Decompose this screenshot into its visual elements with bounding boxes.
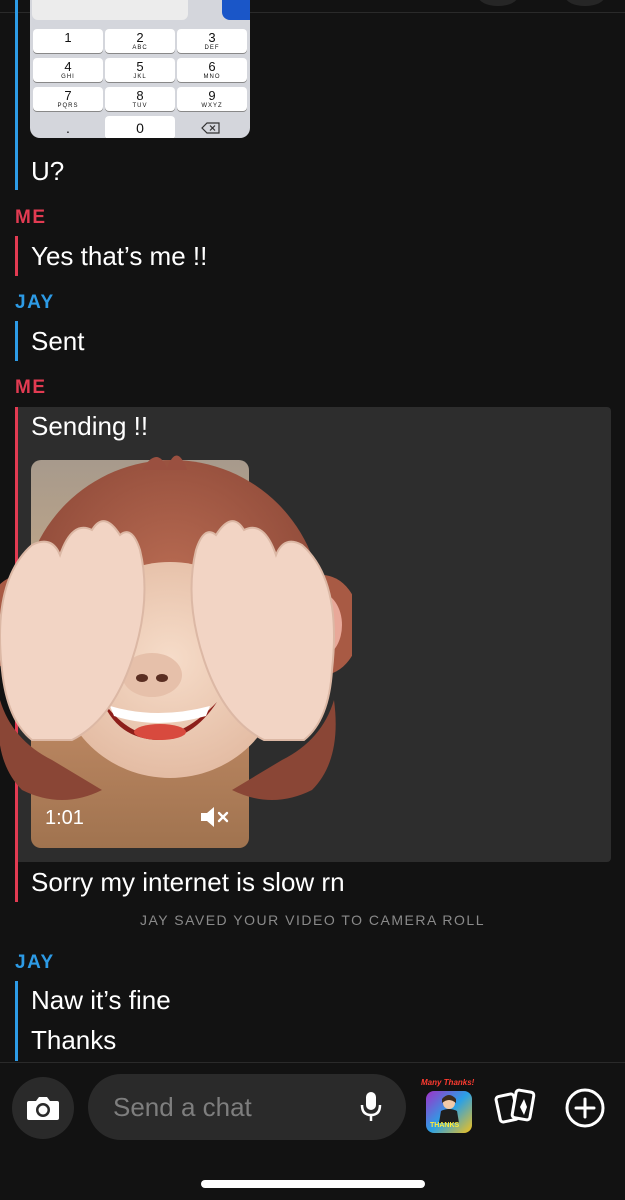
message-text: Thanks [31,1025,117,1055]
keypad-key: 9 WXYZ [177,87,247,111]
camera-button[interactable] [12,1077,74,1139]
keypad-field [32,0,188,20]
bitmoji-caption: Many Thanks! [421,1078,475,1087]
microphone-icon[interactable] [358,1090,384,1124]
keypad-key: 1 [33,29,103,53]
jay-message-line [15,981,18,1061]
keypad-key: 2 ABC [105,29,175,53]
message-text: Sending !! [31,411,149,441]
cards-icon[interactable] [494,1085,538,1129]
bitmoji-badge-text: THANKS [430,1122,460,1129]
keypad-dot-key: . [66,120,70,136]
chat-composer: Send a chat Many Thanks! THANKS [0,1062,625,1200]
message-text: Yes that’s me !! [31,241,208,271]
see-no-evil-monkey-sticker [0,455,352,800]
header-button[interactable] [478,0,518,6]
me-message-line [15,236,18,276]
keypad-key: 4 GHI [33,58,103,82]
keypad-key: 3 DEF [177,29,247,53]
keypad-screenshot[interactable]: 1 2 ABC 3 DEF 4 GHI 5 JKL 6 MNO 7 PQRS 8 TUV 9W… [30,0,250,138]
chat-input-placeholder: Send a chat [113,1092,252,1122]
plus-icon[interactable] [564,1087,606,1129]
home-indicator[interactable] [201,1180,425,1188]
message-text: Sorry my internet is slow rn [31,867,345,897]
header-button[interactable] [565,0,605,6]
keypad-key: 7 PQRS [33,87,103,111]
backspace-icon [177,116,247,138]
sender-label-jay: JAY [15,952,55,973]
system-note: JAY SAVED YOUR VIDEO TO CAMERA ROLL [139,912,486,928]
keypad-button [222,0,250,20]
keypad-zero-key: 0 [105,116,175,138]
chat-input[interactable]: Send a chat [88,1074,406,1140]
message-text: Sent [31,326,85,356]
message-text: U? [31,156,65,186]
sender-label-me: ME [15,207,47,228]
jay-message-line [15,0,18,190]
keypad-key: 8 TUV [105,87,175,111]
keypad-key: 5 JKL [105,58,175,82]
camera-icon [27,1097,59,1120]
sender-label-jay: JAY [15,292,55,313]
jay-message-line [15,321,18,361]
message-text: Naw it’s fine [31,985,171,1015]
bitmoji-badge: THANKS [426,1091,472,1133]
bitmoji-button[interactable]: Many Thanks! THANKS [418,1077,478,1135]
keypad-key: 6 MNO [177,58,247,82]
sender-label-me: ME [15,377,47,398]
